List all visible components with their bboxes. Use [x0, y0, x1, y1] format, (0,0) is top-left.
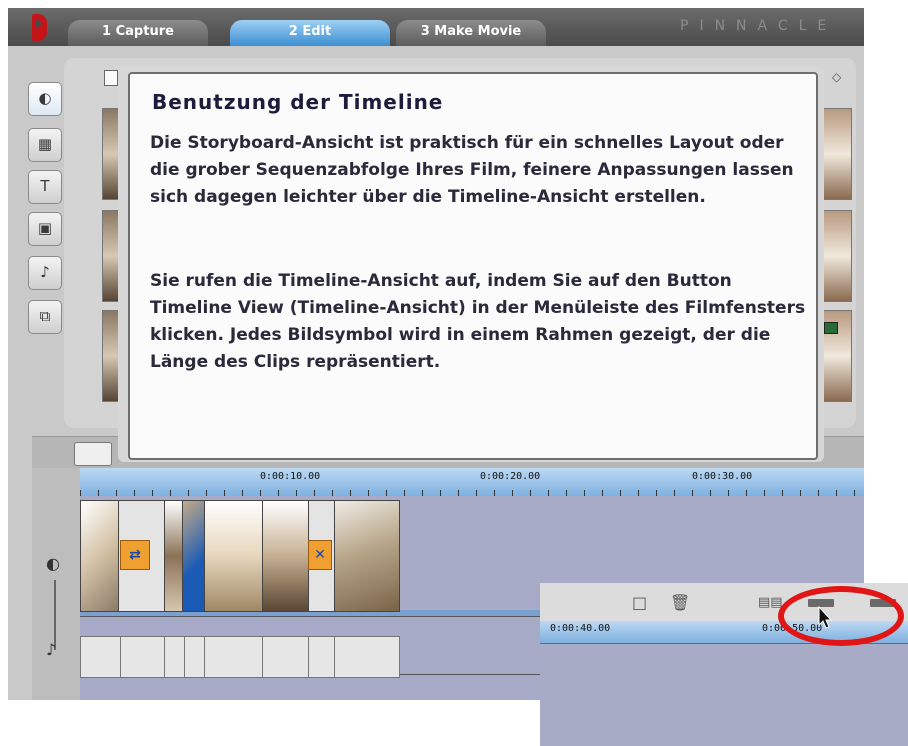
transition-icon[interactable]: ✕ [308, 540, 332, 570]
tooltip-paragraph-1: Die Storyboard-Ansicht ist praktisch für… [150, 133, 794, 207]
timeline-clip[interactable] [334, 500, 400, 612]
album-thumbnail[interactable] [820, 108, 852, 200]
image-icon[interactable]: ▣ [28, 212, 62, 246]
audio-track-clip[interactable] [164, 636, 186, 678]
audio-icon[interactable]: ⧉ [28, 300, 62, 334]
audio-track-clip[interactable] [262, 636, 310, 678]
timeline-clip[interactable] [80, 500, 120, 612]
timeline-clip[interactable] [182, 500, 206, 612]
top-navigation-bar: 1 Capture 2 Edit 3 Make Movie PINNACLE [8, 8, 864, 46]
clip-marker-icon [824, 322, 838, 334]
audio-track-clip[interactable] [308, 636, 336, 678]
delete-icon[interactable]: 🗑 [670, 593, 690, 612]
timeline-clip[interactable] [262, 500, 310, 612]
toolbox-icon[interactable] [74, 442, 112, 466]
audio-track-clip[interactable] [120, 636, 166, 678]
sound-icon[interactable]: ♪ [28, 256, 62, 290]
video-track-icon[interactable]: ◐ [46, 554, 60, 573]
audio-track-clip[interactable] [184, 636, 206, 678]
album-sidebar: ◐ ▦ T ▣ ♪ ⧉ [16, 46, 62, 436]
mouse-cursor-icon [818, 606, 833, 629]
tooltip-content: Benutzung der Timeline Die Storyboard-An… [128, 72, 818, 460]
brand-wordmark: PINNACLE [680, 18, 838, 34]
tooltip-paragraph-2: Sie rufen die Timeline-Ansicht auf, inde… [150, 271, 806, 372]
title-icon[interactable]: T [28, 170, 62, 204]
tab-make-movie[interactable]: 3 Make Movie [396, 20, 546, 46]
tooltip-panel: Benutzung der Timeline Die Storyboard-An… [118, 66, 824, 462]
ruler-label: 0:00:10.00 [260, 471, 321, 482]
tab-edit[interactable]: 2 Edit [230, 20, 390, 46]
album-checkbox[interactable] [104, 70, 118, 86]
highlight-circle [778, 586, 904, 646]
timeline-ruler[interactable]: 0:00:10.00 0:00:20.00 0:00:30.00 [80, 468, 864, 497]
transition-icon[interactable]: ⇄ [120, 540, 150, 570]
diamond-icon: ◇ [832, 70, 842, 84]
ruler-label: 0:00:40.00 [550, 623, 611, 634]
audio-track-clip[interactable] [334, 636, 400, 678]
album-thumbnail[interactable] [820, 210, 852, 302]
timeline-clip[interactable] [164, 500, 184, 612]
timeline-clip[interactable] [204, 500, 264, 612]
ruler-label: 0:00:20.00 [480, 471, 541, 482]
tab-capture[interactable]: 1 Capture [68, 20, 208, 46]
tooltip-title: Benutzung der Timeline [152, 90, 444, 114]
audio-track-clip[interactable] [204, 636, 264, 678]
ruler-label: 0:00:30.00 [692, 471, 753, 482]
audio-track-icon[interactable]: ♪ [46, 640, 56, 659]
pinnacle-logo-icon [32, 14, 47, 41]
camera-icon[interactable]: ◐ [28, 82, 62, 116]
track-header-column: ◐ ♪ [32, 468, 80, 700]
film-icon[interactable]: ▦ [28, 128, 62, 162]
text-view-icon[interactable]: □ [632, 593, 647, 612]
audio-track-clip[interactable] [80, 636, 122, 678]
